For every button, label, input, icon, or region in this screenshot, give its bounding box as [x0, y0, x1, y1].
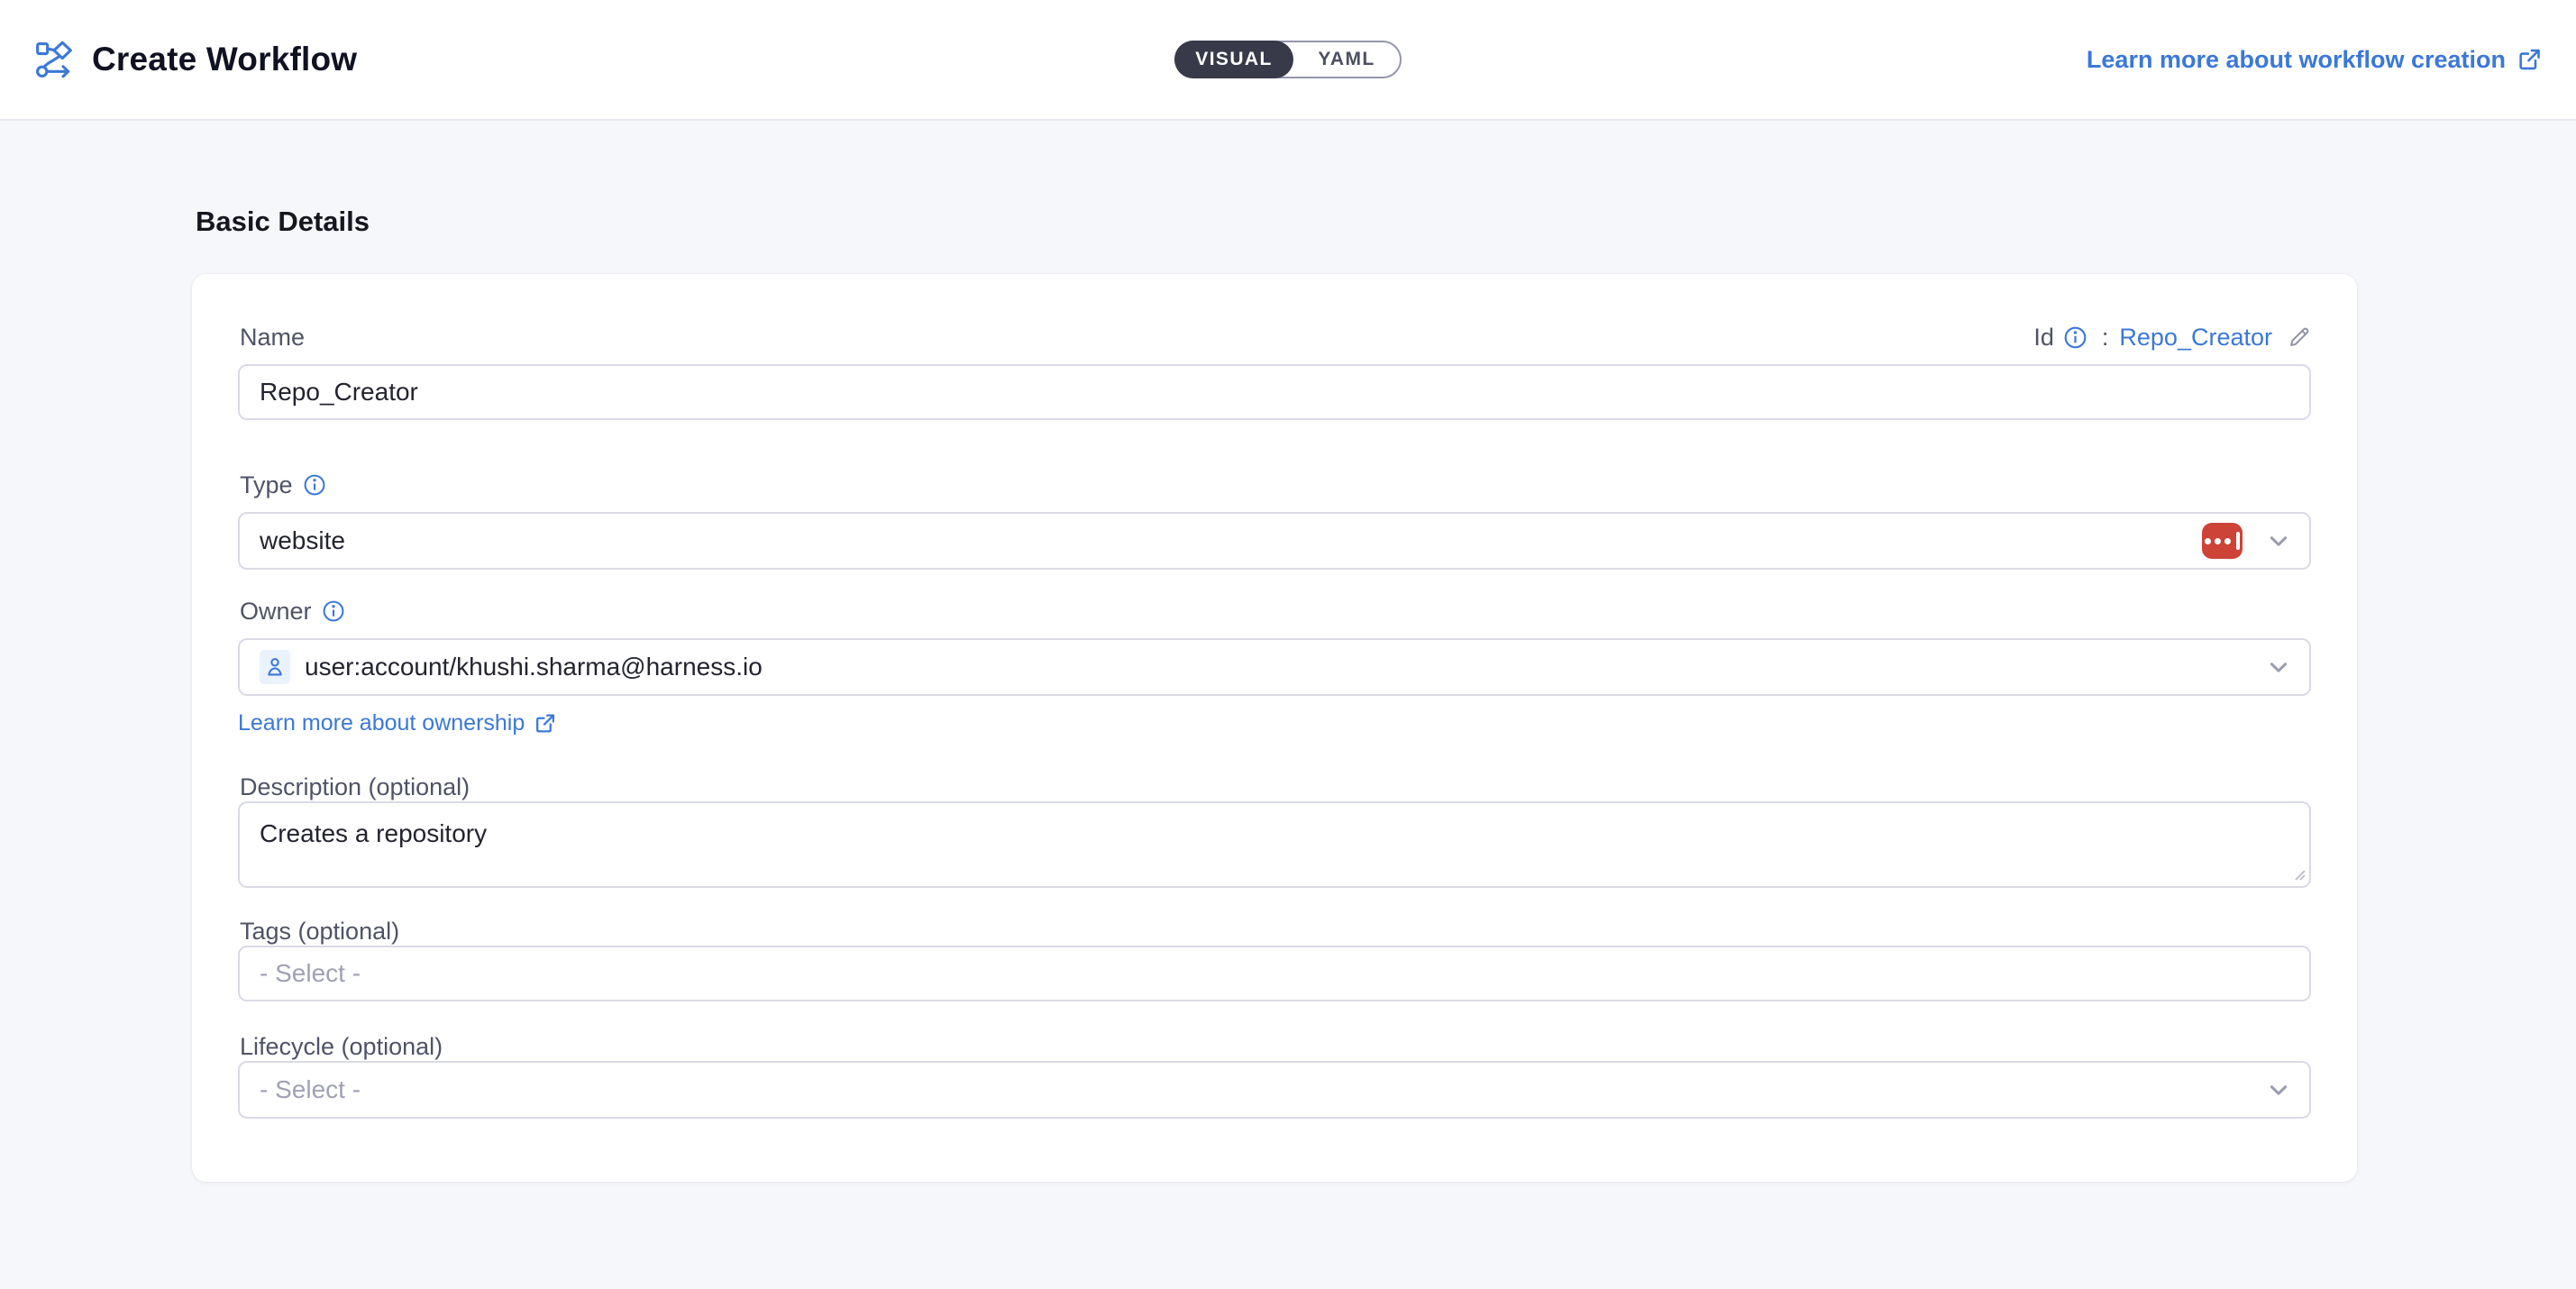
type-select-right	[2202, 523, 2291, 559]
external-link-icon	[534, 712, 556, 735]
id-row: Id : Repo_Creator	[2033, 324, 2311, 352]
name-label: Name	[240, 323, 305, 352]
description-field: Description (optional)	[238, 772, 2311, 888]
lifecycle-field: Lifecycle (optional) - Select -	[238, 1032, 2311, 1119]
toggle-yaml[interactable]: YAML	[1293, 42, 1400, 77]
page-title: Create Workflow	[92, 41, 357, 78]
id-separator: :	[2102, 324, 2109, 352]
learn-ownership-label: Learn more about ownership	[238, 710, 525, 736]
owner-info-icon[interactable]	[322, 599, 345, 623]
name-input[interactable]	[238, 364, 2311, 420]
owner-field: Owner user:account/khushi.sharma@	[238, 597, 2311, 736]
owner-value: user:account/khushi.sharma@harness.io	[305, 653, 763, 681]
lifecycle-placeholder: - Select -	[260, 1075, 361, 1104]
description-textarea[interactable]	[238, 801, 2311, 888]
visual-yaml-toggle[interactable]: VISUAL YAML	[1174, 41, 1402, 78]
chevron-down-icon	[2266, 1077, 2291, 1102]
workflow-icon	[34, 40, 74, 79]
toggle-visual[interactable]: VISUAL	[1174, 41, 1293, 78]
learn-ownership-link[interactable]: Learn more about ownership	[238, 710, 556, 736]
basic-details-card: Name Id : Repo_Creator	[192, 274, 2357, 1182]
description-label-wrap: Description (optional)	[240, 772, 2311, 801]
type-value: website	[260, 526, 345, 555]
learn-workflow-creation-link[interactable]: Learn more about workflow creation	[2087, 46, 2542, 74]
owner-label: Owner	[240, 597, 312, 626]
chevron-down-icon	[2266, 654, 2291, 680]
tags-label-wrap: Tags (optional)	[240, 917, 2311, 946]
id-info-icon[interactable]	[2063, 325, 2087, 350]
name-label-wrap: Name	[240, 323, 305, 352]
user-icon	[260, 650, 290, 684]
page-header: Create Workflow VISUAL YAML Learn more a…	[0, 0, 2576, 121]
description-textarea-wrap	[238, 801, 2311, 888]
lifecycle-select-right	[2266, 1077, 2291, 1102]
type-select[interactable]: website	[238, 512, 2311, 570]
external-link-icon	[2517, 47, 2542, 72]
name-id-row: Name Id : Repo_Creator	[238, 323, 2311, 352]
owner-select-right	[2266, 654, 2291, 680]
type-label: Type	[240, 471, 293, 499]
section-title: Basic Details	[196, 206, 2576, 238]
type-label-wrap: Type	[240, 471, 2311, 499]
id-value[interactable]: Repo_Creator	[2119, 324, 2272, 352]
id-label: Id	[2033, 324, 2054, 352]
type-info-icon[interactable]	[303, 473, 326, 497]
title-group: Create Workflow	[34, 40, 357, 79]
owner-label-wrap: Owner	[240, 597, 2311, 626]
password-manager-autofill-icon[interactable]	[2202, 523, 2243, 559]
lifecycle-label: Lifecycle (optional)	[240, 1032, 443, 1061]
owner-select[interactable]: user:account/khushi.sharma@harness.io	[238, 638, 2311, 696]
lifecycle-select[interactable]: - Select -	[238, 1061, 2311, 1119]
tags-label: Tags (optional)	[240, 917, 399, 946]
chevron-down-icon	[2266, 528, 2291, 553]
page-body: Basic Details Name Id : Repo_Creator	[0, 121, 2576, 1182]
lifecycle-label-wrap: Lifecycle (optional)	[240, 1032, 2311, 1061]
learn-workflow-creation-label: Learn more about workflow creation	[2087, 46, 2506, 74]
type-field: Type website	[238, 471, 2311, 570]
edit-id-icon[interactable]	[2287, 325, 2311, 350]
tags-input[interactable]	[238, 946, 2311, 1001]
description-label: Description (optional)	[240, 772, 470, 801]
tags-field: Tags (optional)	[238, 917, 2311, 1001]
